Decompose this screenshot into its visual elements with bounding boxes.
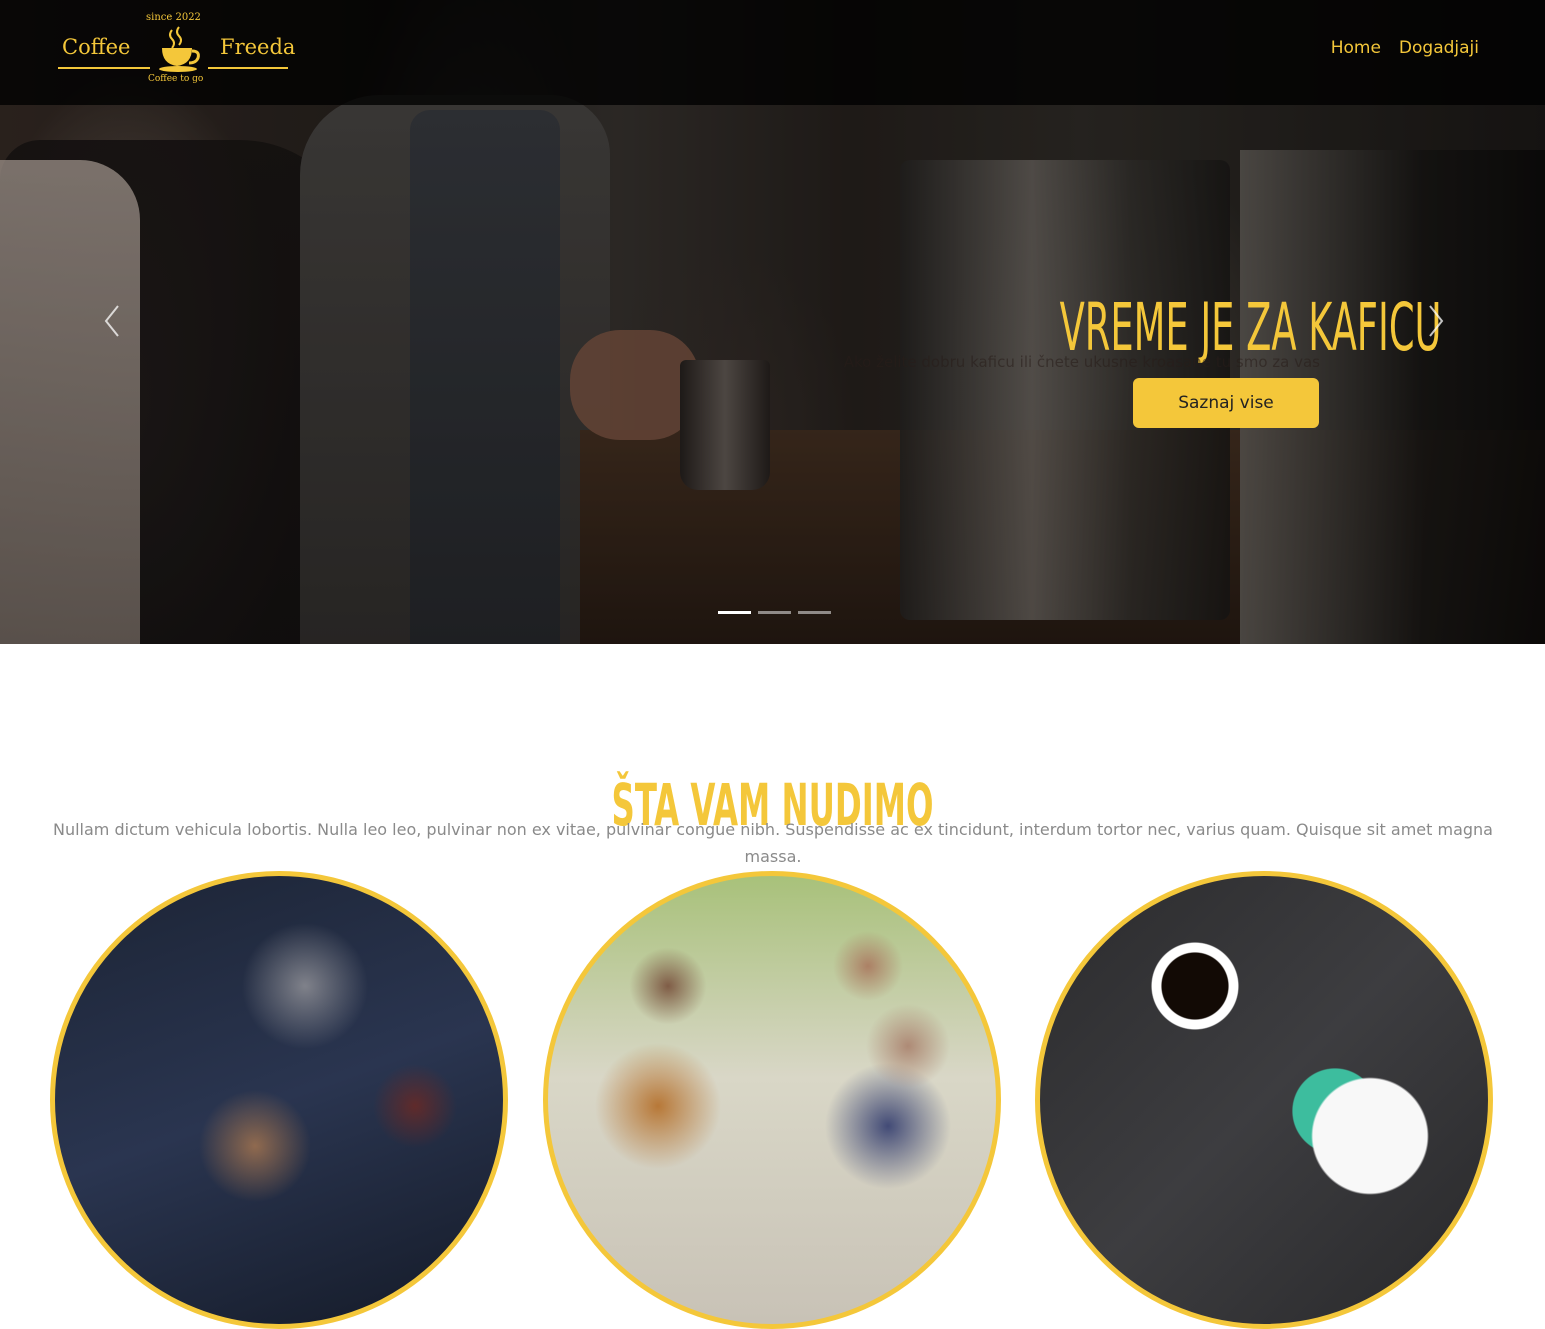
carousel-prev-button[interactable] <box>96 300 130 342</box>
nav-events-link[interactable]: Dogadjaji <box>1399 38 1479 58</box>
logo-divider-right <box>208 67 288 69</box>
logo-tagline: Coffee to go <box>148 74 204 84</box>
logo[interactable]: since 2022 Coffee Freeda Coffee to go <box>58 10 295 92</box>
offer-image-friends <box>543 871 1001 1329</box>
nav-home-link[interactable]: Home <box>1331 38 1381 58</box>
carousel-indicator-2[interactable] <box>758 611 791 614</box>
carousel-next-button[interactable] <box>1418 300 1452 342</box>
chevron-right-icon <box>1429 305 1444 337</box>
logo-name-right: Freeda <box>220 35 296 59</box>
logo-name-left: Coffee <box>62 35 131 59</box>
coffee-cup-icon <box>159 26 200 72</box>
offer-description: Nullam dictum vehicula lobortis. Nulla l… <box>53 820 1493 866</box>
main-nav: Home Dogadjaji <box>1331 38 1479 58</box>
carousel-indicator-1[interactable] <box>718 611 751 614</box>
logo-divider-left <box>58 67 150 69</box>
offer-image-coffee-donut <box>1035 871 1493 1329</box>
logo-since: since 2022 <box>146 12 201 23</box>
chevron-left-icon <box>104 305 119 337</box>
carousel-indicators <box>718 611 831 614</box>
carousel-indicator-3[interactable] <box>798 611 831 614</box>
offer-image-coffee-pour <box>50 871 508 1329</box>
navbar: since 2022 Coffee Freeda Coffee to go Ho… <box>0 0 1545 105</box>
hero-subtitle: Ako želite dobru kaficu ili čnete ukusne… <box>843 353 1320 371</box>
learn-more-button[interactable]: Saznaj vise <box>1133 378 1319 428</box>
